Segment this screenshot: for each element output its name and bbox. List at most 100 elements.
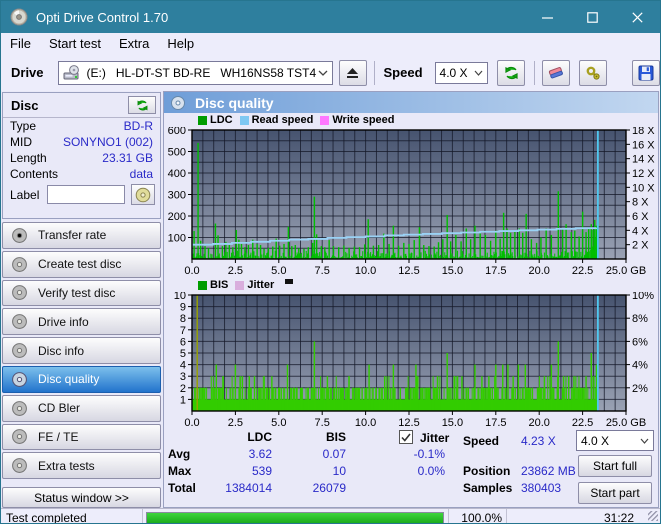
content-header-title: Disc quality: [195, 94, 274, 111]
disc-type-label: Type: [10, 119, 37, 133]
bis-avg-value: 0.07: [322, 447, 346, 461]
svg-text:9: 9: [180, 302, 186, 314]
refresh-button[interactable]: [497, 59, 526, 86]
disc-label-label: Label: [10, 187, 40, 202]
svg-text:15.0: 15.0: [442, 265, 463, 277]
disc-icon: [171, 95, 185, 110]
test-speed-value: 4.0 X: [581, 433, 610, 448]
minimize-button[interactable]: [525, 1, 570, 33]
sidebar-item-disc-quality[interactable]: Disc quality: [2, 365, 161, 393]
sidebar-item-transfer-rate[interactable]: Transfer rate: [2, 221, 161, 249]
svg-text:20.0: 20.0: [528, 265, 549, 277]
chart2-legend: BIS Jitter: [198, 278, 658, 292]
disc-label-input[interactable]: [47, 185, 126, 204]
disc-refresh-button[interactable]: [128, 96, 156, 114]
svg-text:10.0: 10.0: [355, 265, 376, 277]
ldc-legend-swatch: [198, 115, 207, 125]
disc-icon: [12, 285, 27, 301]
svg-text:8%: 8%: [632, 313, 648, 325]
eject-button[interactable]: [338, 59, 367, 86]
check-icon: [401, 433, 411, 442]
svg-text:25.0 GB: 25.0 GB: [606, 265, 646, 277]
toolbar: Drive (E:) HL-DT-ST BD-RE WH16NS58 TST4 …: [1, 54, 660, 91]
jitter-max-value: 0.0%: [417, 464, 445, 478]
jitter-checkbox[interactable]: [399, 430, 413, 444]
resize-grip[interactable]: [648, 511, 658, 521]
svg-text:8 X: 8 X: [632, 197, 649, 209]
drive-select[interactable]: (E:) HL-DT-ST BD-RE WH16NS58 TST4: [57, 60, 333, 85]
bis-col-header: BIS: [325, 430, 346, 444]
sidebar: Disc Type BD-R MID SONYNO1 (002) Length 23.…: [1, 91, 162, 508]
progress-bar: [146, 511, 444, 523]
drive-value: (E:) HL-DT-ST BD-RE WH16NS58 TST4: [86, 65, 317, 80]
disc-label-button[interactable]: [131, 184, 155, 205]
disc-icon: [12, 400, 27, 416]
svg-text:0.0: 0.0: [184, 265, 199, 277]
menu-help[interactable]: Help: [158, 34, 203, 53]
avg-row-label: Avg: [168, 447, 191, 461]
disc-contents-value: data: [129, 167, 153, 181]
sidebar-item-disc-info[interactable]: Disc info: [2, 337, 161, 364]
legend-mark: [285, 278, 294, 284]
status-text: Test completed: [6, 511, 87, 524]
window-title: Opti Drive Control 1.70: [36, 9, 169, 25]
drive-icon: [63, 64, 79, 79]
close-button[interactable]: [615, 1, 660, 33]
sidebar-item-cd-bler[interactable]: CD Bler: [2, 394, 161, 422]
test-speed-select[interactable]: 4.0 X: [576, 430, 654, 451]
sidebar-item-label: Extra tests: [38, 458, 95, 473]
status-bar: Test completed 100.0% 31:22: [1, 508, 660, 524]
speed-select[interactable]: 4.0 X: [434, 61, 489, 84]
disc-icon: [12, 371, 27, 387]
status-window-button[interactable]: Status window >>: [2, 487, 161, 508]
svg-text:12 X: 12 X: [632, 168, 655, 180]
speed-label: Speed: [383, 65, 423, 80]
svg-text:5.0: 5.0: [271, 265, 286, 277]
sidebar-item-extra-tests[interactable]: Extra tests: [2, 452, 161, 480]
bis-legend-swatch: [198, 280, 207, 290]
svg-text:17.5: 17.5: [485, 265, 506, 277]
sidebar-item-fe-te[interactable]: FE / TE: [2, 423, 161, 451]
svg-text:6 X: 6 X: [632, 211, 649, 223]
sidebar-item-drive-info[interactable]: Drive info: [2, 308, 161, 336]
svg-text:6: 6: [180, 336, 186, 348]
sidebar-item-label: Verify test disc: [38, 285, 116, 300]
bis-max-value: 10: [332, 464, 346, 478]
maximize-button[interactable]: [570, 1, 615, 33]
svg-text:6%: 6%: [632, 336, 648, 348]
sidebar-item-create-test-disc[interactable]: Create test disc: [2, 250, 161, 278]
svg-text:2: 2: [180, 383, 186, 395]
start-full-button[interactable]: Start full: [578, 455, 652, 477]
save-button[interactable]: [632, 59, 660, 86]
ldc-legend-label: LDC: [210, 114, 233, 126]
eject-icon: [347, 67, 359, 78]
drive-label: Drive: [11, 65, 44, 80]
ldc-col-header: LDC: [247, 430, 272, 444]
sidebar-item-verify-test-disc[interactable]: Verify test disc: [2, 279, 161, 307]
write-speed-legend-label: Write speed: [332, 114, 395, 126]
menu-extra[interactable]: Extra: [110, 34, 158, 53]
disc-panel-title: Disc: [11, 97, 39, 113]
erase-disc-button[interactable]: [542, 59, 571, 86]
app-icon: [10, 8, 28, 26]
max-row-label: Max: [168, 464, 192, 478]
content-header: Disc quality: [164, 92, 658, 113]
menu-file[interactable]: File: [1, 34, 40, 53]
svg-text:3: 3: [180, 371, 186, 383]
settings-button[interactable]: [579, 59, 608, 86]
disc-icon: [12, 458, 27, 474]
ldc-avg-value: 3.62: [248, 447, 272, 461]
samples-stat-value: 380403: [521, 481, 562, 495]
start-part-button[interactable]: Start part: [578, 482, 652, 504]
svg-text:16 X: 16 X: [632, 139, 655, 151]
svg-text:600: 600: [168, 127, 186, 137]
progress-fill: [147, 512, 443, 523]
disc-panel: Disc Type BD-R MID SONYNO1 (002) Length 23.…: [2, 92, 161, 219]
disc-icon: [12, 227, 27, 243]
jitter-col-header: Jitter: [420, 431, 450, 445]
title-bar: Opti Drive Control 1.70: [1, 1, 660, 33]
minimize-icon: [542, 16, 553, 19]
menu-start-test[interactable]: Start test: [40, 34, 110, 53]
svg-text:1: 1: [180, 394, 186, 406]
stats-panel: LDC BIS Jitter Avg Max Total 3.62 539 13…: [164, 428, 658, 507]
